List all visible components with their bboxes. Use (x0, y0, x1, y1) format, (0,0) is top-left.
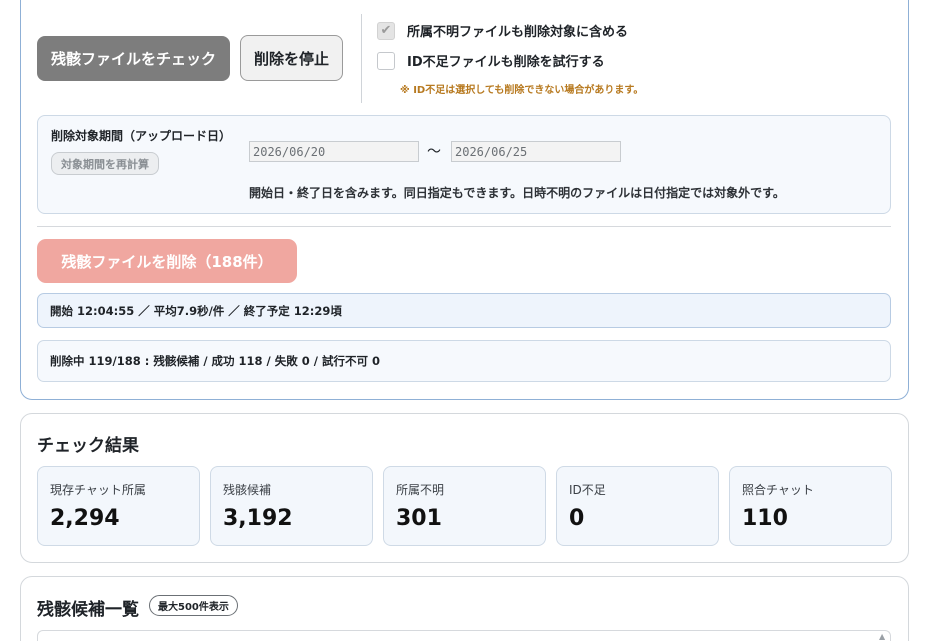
period-start-input[interactable]: 2026/06/20 (249, 141, 419, 162)
delete-remnant-files-button[interactable]: 残骸ファイルを削除（188件） (37, 239, 297, 283)
stat-label: 残骸候補 (223, 483, 272, 497)
recalculate-period-button[interactable]: 対象期間を再計算 (51, 152, 159, 175)
try-missing-id-label: ID不足ファイルも削除を試行する (407, 55, 605, 70)
stat-value: 110 (742, 506, 788, 531)
try-missing-id-option[interactable]: ID不足ファイルも削除を試行する (377, 51, 605, 70)
period-separator: 〜 (427, 144, 441, 160)
missing-id-note: ※ ID不足は選択しても削除できない場合があります。 (400, 85, 644, 96)
vertical-divider (361, 14, 362, 103)
stat-value: 301 (396, 506, 442, 531)
include-unknown-owner-option[interactable]: ✔ 所属不明ファイルも削除対象に含める (377, 21, 628, 40)
scroll-up-icon[interactable]: ▲ (879, 632, 885, 641)
stat-card-matched-chats: 照合チャット 110 (729, 466, 892, 546)
check-remnant-files-button[interactable]: 残骸ファイルをチェック (37, 36, 230, 81)
stat-card-missing-id: ID不足 0 (556, 466, 719, 546)
progress-status-text: 削除中 119/188 : 残骸候補 / 成功 118 / 失敗 0 / 試行不… (50, 354, 380, 368)
horizontal-divider (37, 226, 891, 227)
stat-value: 2,294 (50, 506, 120, 531)
stat-value: 3,192 (223, 506, 293, 531)
stat-label: 所属不明 (396, 483, 445, 497)
stat-label: 照合チャット (742, 483, 814, 497)
check-results-title: チェック結果 (37, 436, 139, 456)
stat-card-existing-chat: 現存チャット所属 2,294 (37, 466, 200, 546)
stop-deletion-button[interactable]: 削除を停止 (240, 35, 343, 81)
progress-status: 削除中 119/188 : 残骸候補 / 成功 118 / 失敗 0 / 試行不… (37, 340, 891, 382)
stat-card-unknown-owner: 所属不明 301 (383, 466, 546, 546)
deletion-period-title: 削除対象期間（アップロード日） (51, 129, 232, 143)
period-help-text: 開始日・終了日を含みます。同日指定もできます。日時不明のファイルは日付指定では対… (249, 186, 785, 200)
progress-timing: 開始 12:04:55 ／ 平均7.9秒/件 ／ 終了予定 12:29頃 (37, 293, 891, 328)
candidates-list[interactable] (37, 630, 891, 641)
stat-card-remnant-candidates: 残骸候補 3,192 (210, 466, 373, 546)
candidates-title: 残骸候補一覧 (37, 600, 139, 620)
progress-timing-text: 開始 12:04:55 ／ 平均7.9秒/件 ／ 終了予定 12:29頃 (50, 303, 342, 318)
include-unknown-owner-label: 所属不明ファイルも削除対象に含める (407, 25, 629, 40)
try-missing-id-checkbox[interactable] (377, 51, 395, 70)
period-end-input[interactable]: 2026/06/25 (451, 141, 621, 162)
stat-label: ID不足 (569, 483, 606, 497)
stat-value: 0 (569, 506, 585, 531)
checkmark-icon: ✔ (380, 23, 392, 38)
include-unknown-owner-checkbox[interactable]: ✔ (377, 21, 395, 40)
max-display-badge: 最大500件表示 (149, 595, 238, 616)
stat-label: 現存チャット所属 (50, 483, 146, 497)
